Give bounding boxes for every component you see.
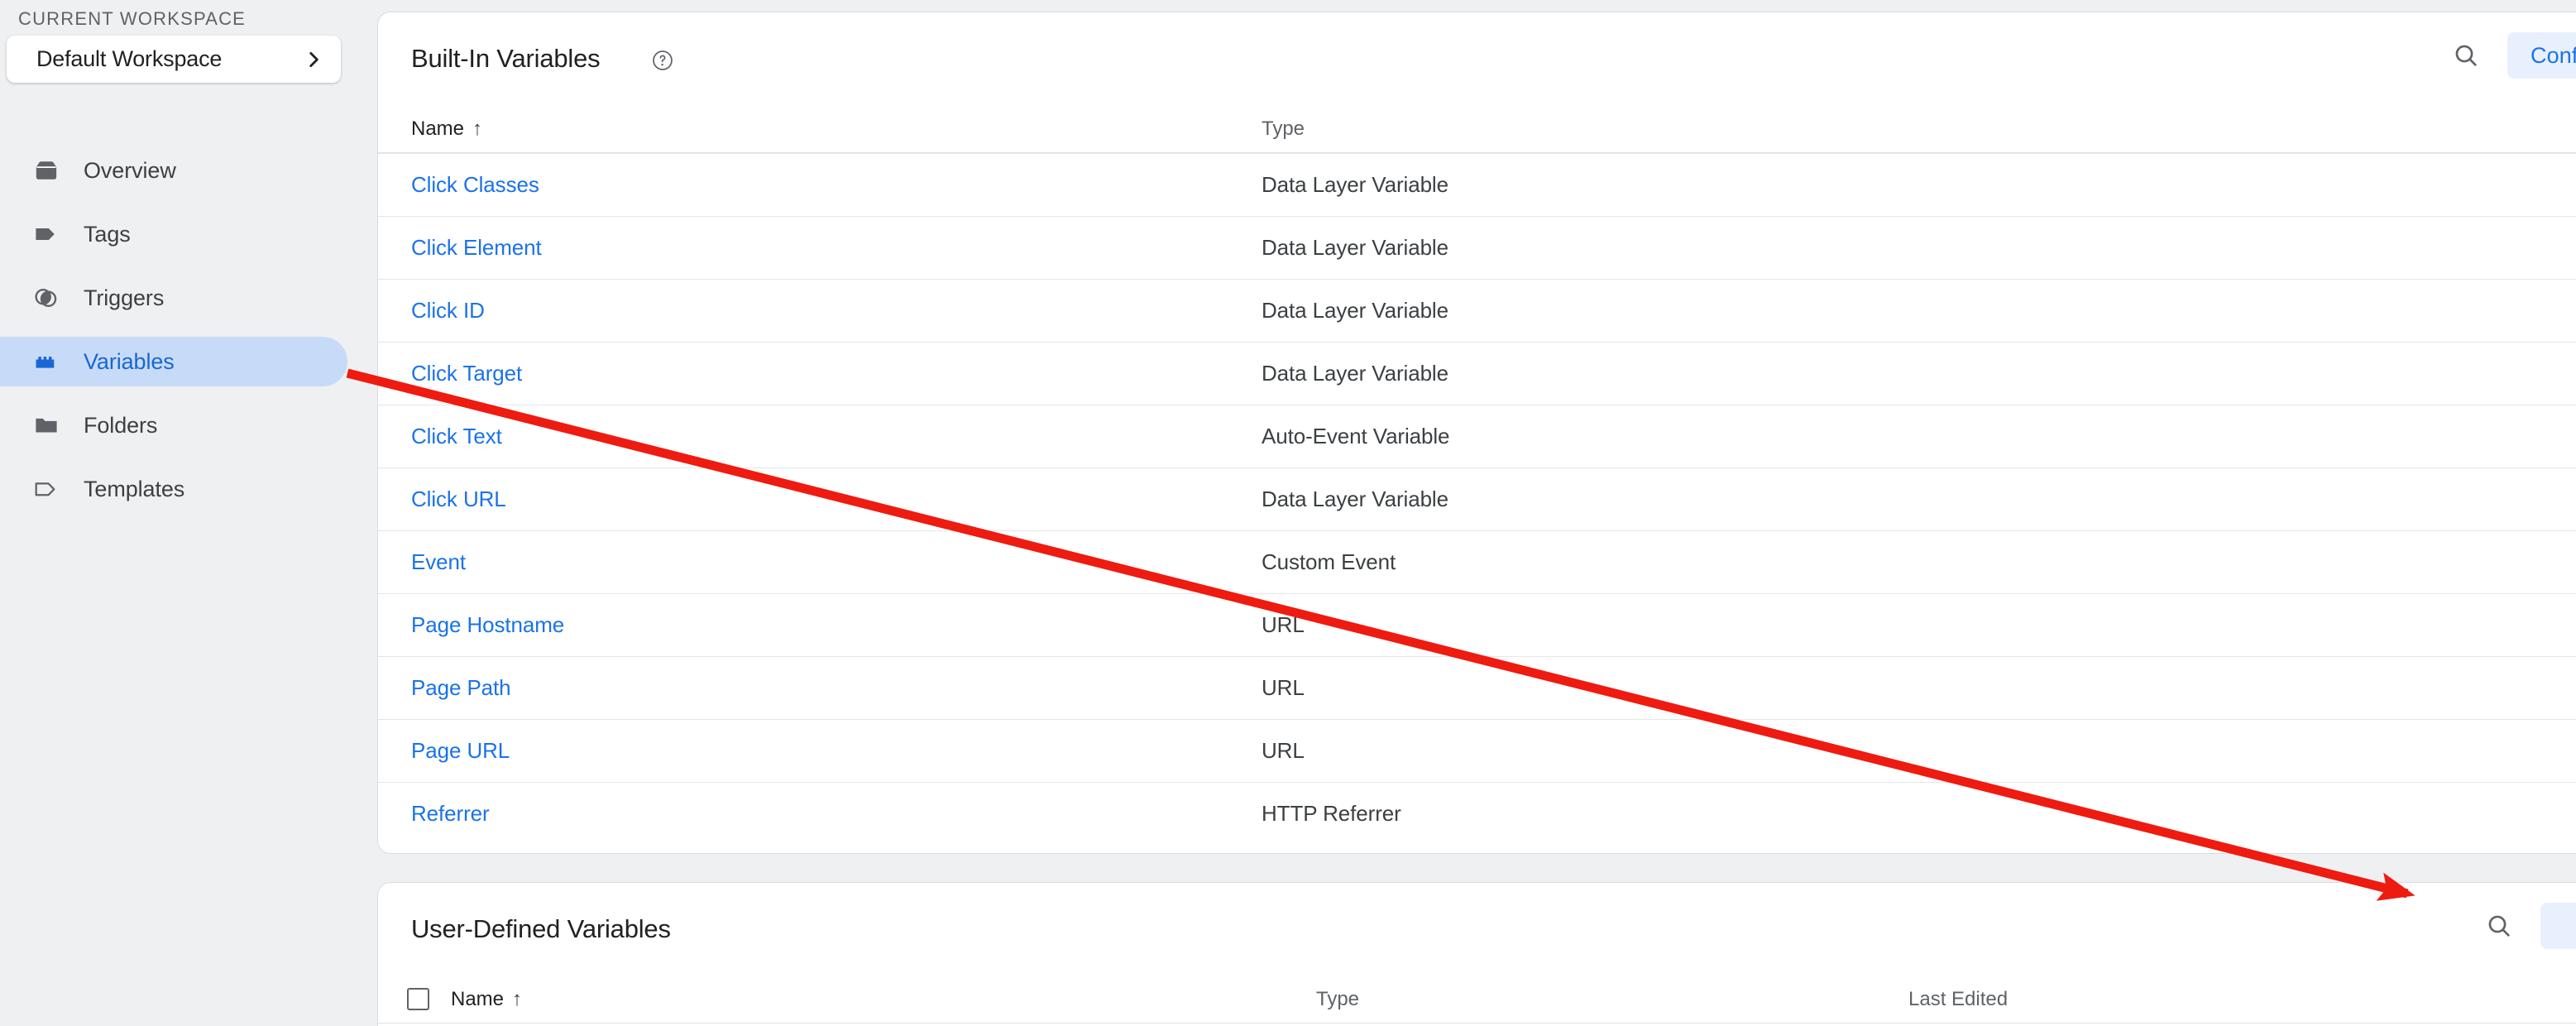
variable-name-link[interactable]: Click Text — [411, 424, 502, 449]
variable-type: Data Layer Variable — [1262, 235, 1448, 260]
variable-type: Custom Event — [1262, 549, 1396, 574]
sidebar-item-templates[interactable]: Templates — [0, 464, 347, 514]
variable-name-link[interactable]: Page Path — [411, 675, 511, 701]
workspace-selector[interactable]: Default Workspace — [7, 36, 341, 83]
variable-name-link[interactable]: Page URL — [411, 738, 510, 764]
column-header-type[interactable]: Type — [1262, 117, 1305, 141]
sort-ascending-icon: ↑ — [472, 117, 483, 140]
built-in-header-actions: Configure — [2443, 32, 2576, 79]
table-row[interactable]: Page Hostname URL — [378, 593, 2576, 656]
variables-icon — [30, 345, 63, 378]
table-row[interactable]: Event Custom Event — [378, 530, 2576, 593]
configure-button[interactable]: Configure — [2507, 32, 2576, 79]
table-row[interactable]: Page Path URL — [378, 656, 2576, 719]
sidebar-item-label: Overview — [84, 157, 176, 183]
current-workspace-label: CURRENT WORKSPACE — [18, 8, 247, 29]
variable-type: URL — [1262, 612, 1305, 637]
column-header-name-label: Name — [411, 117, 465, 140]
variable-name-link[interactable]: Click Element — [411, 235, 542, 261]
variable-name-link[interactable]: Referrer — [411, 801, 490, 827]
column-header-type[interactable]: Type — [1316, 988, 1359, 1011]
column-header-name[interactable]: Name ↑ — [451, 988, 522, 1011]
user-defined-variables-header: User-Defined Variables New — [378, 883, 2576, 976]
triggers-icon — [30, 281, 63, 314]
main-content: Built-In Variables Conf Name ↑ Type Clic… — [377, 0, 2576, 1026]
sidebar-item-triggers[interactable]: Triggers — [0, 273, 347, 323]
variable-name-link[interactable]: Click Classes — [411, 172, 539, 198]
sidebar-item-label: Tags — [84, 221, 131, 247]
table-row[interactable]: Page URL URL — [378, 719, 2576, 782]
sidebar-item-label: Folders — [84, 412, 158, 438]
user-defined-header-actions: New — [2476, 903, 2576, 949]
variable-type: URL — [1262, 675, 1305, 700]
sidebar-item-label: Variables — [84, 348, 175, 374]
variable-name-link[interactable]: Event — [411, 549, 466, 575]
table-row[interactable]: Click Classes Data Layer Variable — [378, 153, 2576, 216]
page-title: Built-In Variables — [411, 44, 601, 73]
table-header-row: Name ↑ Type — [378, 105, 2576, 153]
overview-icon — [30, 154, 63, 187]
table-row[interactable]: Click Text Auto-Event Variable — [378, 405, 2576, 467]
table-row[interactable]: Click ID Data Layer Variable — [378, 279, 2576, 342]
select-all-checkbox[interactable] — [407, 988, 429, 1010]
user-defined-variables-card: User-Defined Variables New Name — [377, 882, 2576, 1026]
variable-name-link[interactable]: Click URL — [411, 487, 506, 512]
chevron-right-icon — [303, 49, 324, 70]
sidebar-nav: Overview Tags Triggers Variables Folders… — [0, 146, 377, 528]
variable-name-link[interactable]: Click Target — [411, 361, 522, 386]
search-icon[interactable] — [2476, 903, 2522, 949]
search-icon[interactable] — [2443, 32, 2489, 79]
sidebar-item-folders[interactable]: Folders — [0, 400, 347, 450]
new-button[interactable]: New — [2540, 903, 2576, 949]
tag-icon — [30, 218, 63, 251]
table-row[interactable]: Referrer HTTP Referrer — [378, 782, 2576, 845]
sidebar-item-label: Triggers — [84, 285, 165, 310]
template-icon — [30, 472, 63, 506]
sidebar-item-label: Templates — [84, 476, 185, 501]
variable-type: Data Layer Variable — [1262, 487, 1448, 511]
table-row[interactable]: Click URL Data Layer Variable — [378, 467, 2576, 530]
table-row[interactable]: Click Element Data Layer Variable — [378, 216, 2576, 279]
variable-type: Auto-Event Variable — [1262, 424, 1450, 448]
sidebar-item-variables[interactable]: Variables — [0, 337, 347, 386]
workspace-name: Default Workspace — [36, 46, 223, 71]
variable-type: URL — [1262, 738, 1305, 763]
sort-ascending-icon: ↑ — [512, 987, 523, 1010]
sidebar: CURRENT WORKSPACE Default Workspace Over… — [0, 0, 377, 1026]
sidebar-item-overview[interactable]: Overview — [0, 146, 347, 195]
variable-type: Data Layer Variable — [1262, 361, 1448, 386]
variable-name-link[interactable]: Page Hostname — [411, 612, 564, 638]
variable-type: HTTP Referrer — [1262, 801, 1401, 826]
gtm-variables-screen: CURRENT WORKSPACE Default Workspace Over… — [0, 0, 2576, 1026]
help-icon[interactable] — [651, 49, 674, 72]
variable-name-link[interactable]: Click ID — [411, 298, 485, 324]
column-header-last-edited[interactable]: Last Edited — [1908, 988, 2008, 1011]
user-defined-variables-table: Name ↑ Type Last Edited — [378, 976, 2576, 1024]
column-header-name[interactable]: Name ↑ — [411, 117, 482, 141]
table-row[interactable]: Click Target Data Layer Variable — [378, 342, 2576, 405]
section-title: User-Defined Variables — [411, 914, 671, 943]
built-in-variables-card: Built-In Variables Conf Name ↑ Type Clic… — [377, 12, 2576, 854]
table-header-row: Name ↑ Type Last Edited — [378, 976, 2576, 1024]
variable-type: Data Layer Variable — [1262, 172, 1448, 197]
built-in-variables-header: Built-In Variables Conf — [378, 12, 2576, 105]
built-in-variables-table: Name ↑ Type Click Classes Data Layer Var… — [378, 105, 2576, 845]
sidebar-item-tags[interactable]: Tags — [0, 209, 347, 259]
column-header-name-label: Name — [451, 987, 505, 1010]
variable-type: Data Layer Variable — [1262, 298, 1448, 323]
folder-icon — [30, 409, 63, 442]
